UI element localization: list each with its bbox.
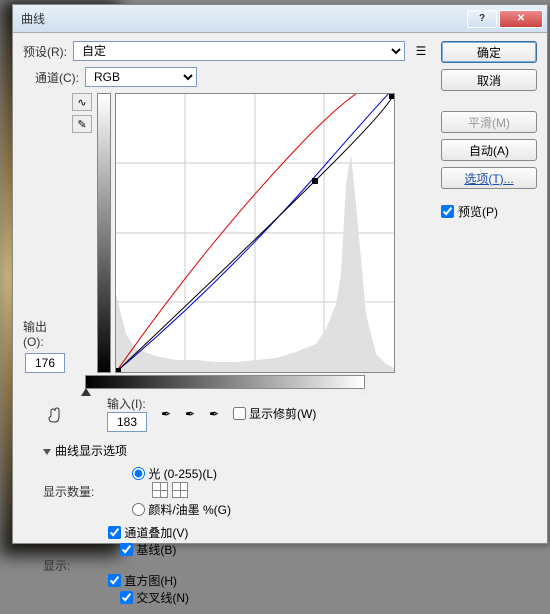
curve-graph[interactable]: [115, 93, 395, 373]
display-amount-label: 显示数量:: [43, 483, 94, 500]
input-field[interactable]: [107, 412, 147, 432]
grid-large-icon[interactable]: [172, 482, 188, 498]
auto-button[interactable]: 自动(A): [441, 139, 537, 161]
curve-point[interactable]: [312, 178, 318, 184]
curve-tool-icon[interactable]: ∿: [72, 93, 92, 111]
window-title: 曲线: [17, 10, 465, 27]
close-button[interactable]: ✕: [499, 10, 543, 28]
show-clipping-checkbox[interactable]: 显示修剪(W): [233, 405, 316, 422]
help-button[interactable]: ?: [467, 10, 497, 28]
output-label: 输出(O):: [23, 318, 67, 349]
vertical-gradient: [97, 93, 111, 373]
eyedropper-black-icon[interactable]: ✒: [157, 405, 175, 423]
channel-select[interactable]: RGB: [85, 67, 197, 87]
channel-label: 通道(C):: [35, 69, 79, 86]
black-slider[interactable]: [81, 388, 91, 396]
eyedropper-white-icon[interactable]: ✒: [205, 405, 223, 423]
output-field[interactable]: [25, 353, 65, 373]
baseline-checkbox[interactable]: 基线(B): [120, 541, 189, 558]
preset-select[interactable]: 自定: [73, 41, 405, 61]
smooth-button[interactable]: 平滑(M): [441, 111, 537, 133]
grid-small-icon[interactable]: [152, 482, 168, 498]
preview-checkbox[interactable]: 预览(P): [441, 203, 537, 220]
horizontal-gradient[interactable]: [85, 375, 365, 389]
titlebar[interactable]: 曲线 ? ✕: [13, 5, 547, 33]
preset-menu-icon[interactable]: ☰: [411, 41, 431, 61]
histogram-checkbox[interactable]: 直方图(H): [108, 572, 189, 589]
options-button[interactable]: 选项(T)...: [441, 167, 537, 189]
ok-button[interactable]: 确定: [441, 41, 537, 63]
hand-tool-icon[interactable]: [43, 404, 67, 428]
light-radio[interactable]: 光 (0-255)(L): [132, 465, 231, 482]
curve-display-options-toggle[interactable]: 曲线显示选项: [43, 442, 431, 459]
pencil-tool-icon[interactable]: ✎: [72, 115, 92, 133]
show-label: 显示:: [43, 557, 70, 574]
cancel-button[interactable]: 取消: [441, 69, 537, 91]
intersection-checkbox[interactable]: 交叉线(N): [120, 589, 189, 606]
preset-label: 预设(R):: [23, 43, 67, 60]
input-label: 输入(I):: [107, 395, 147, 412]
ink-radio[interactable]: 颜料/油墨 %(G): [132, 501, 231, 518]
overlay-checkbox[interactable]: 通道叠加(V): [108, 524, 189, 541]
curves-dialog: 曲线 ? ✕ 预设(R): 自定 ☰ 通道(C): RGB 输出(O): ∿: [12, 4, 548, 544]
white-slider[interactable]: [359, 388, 369, 396]
eyedropper-gray-icon[interactable]: ✒: [181, 405, 199, 423]
